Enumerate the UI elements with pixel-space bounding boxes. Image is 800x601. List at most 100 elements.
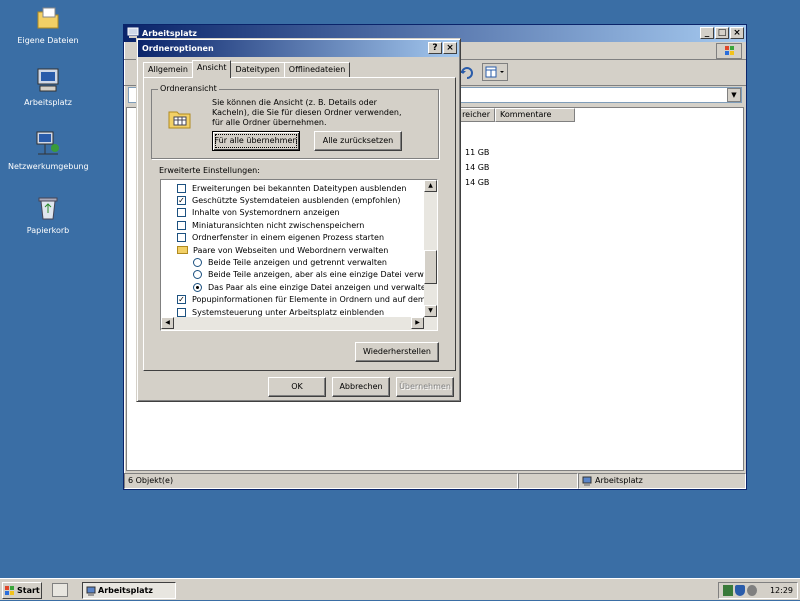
quick-launch-desktop-icon[interactable] [52,583,68,597]
system-tray: 12:29 [718,582,798,599]
status-location-label: Arbeitsplatz [595,476,643,485]
drive-size: 14 GB [465,163,490,172]
cancel-button[interactable]: Abbrechen [332,377,390,397]
folder-view-legend: Ordneransicht [158,84,219,93]
drive-size: 11 GB [465,148,490,157]
setting-radio-pair[interactable]: Das Paar als eine einzige Datei anzeigen… [177,281,431,293]
setting-label: Popupinformationen für Elemente in Ordne… [192,295,438,305]
start-button[interactable]: Start [2,582,42,599]
checkbox-unchecked[interactable] [177,220,186,230]
desktop-icon-label: Papierkorb [26,226,70,235]
vertical-scrollbar[interactable]: ▲ ▼ [424,180,437,330]
scroll-left-icon[interactable]: ◀ [161,317,174,329]
views-icon[interactable] [482,63,508,81]
setting-label: Paare von Webseiten und Webordnern verwa… [193,245,389,255]
setting-label: Ordnerfenster in einem eigenen Prozess s… [192,233,385,243]
tab-view[interactable]: Ansicht [191,60,232,78]
folder-view-group: Ordneransicht Sie können die Ansicht (z.… [151,84,439,159]
recycle-bin-icon [34,194,62,222]
desktop-icon-network[interactable]: Netzwerkumgebung [8,130,89,171]
maximize-button[interactable]: □ [715,27,729,39]
apply-button[interactable]: Übernehmen [396,377,454,397]
my-computer-icon [86,586,96,601]
setting-radio-separate[interactable]: Beide Teile anzeigen und getrennt verwal… [177,256,424,268]
desktop-icon-recycle-bin[interactable]: Papierkorb [8,194,88,235]
setting-label: Beide Teile anzeigen und getrennt verwal… [208,258,387,268]
scrollbar-thumb[interactable] [424,250,437,284]
dialog-titlebar[interactable]: Ordneroptionen ? × [138,40,459,57]
setting-show-system-folder-contents[interactable]: Inhalte von Systemordnern anzeigen [177,207,424,219]
tab-general[interactable]: Allgemein [143,62,193,77]
tray-icon-network[interactable] [723,585,733,596]
explorer-title: Arbeitsplatz [142,29,197,38]
setting-label: Systemsteuerung unter Arbeitsplatz einbl… [192,307,385,317]
horizontal-scrollbar[interactable]: ◀ ▶ [161,317,424,330]
setting-hide-extensions[interactable]: Erweiterungen bei bekannten Dateitypen a… [177,182,424,194]
my-documents-icon [34,4,62,32]
my-computer-icon [34,66,62,94]
setting-separate-process[interactable]: Ordnerfenster in einem eigenen Prozess s… [177,232,424,244]
scroll-down-icon[interactable]: ▼ [424,305,437,317]
close-button[interactable]: × [443,42,457,54]
help-button[interactable]: ? [428,42,442,54]
setting-label: Inhalte von Systemordnern anzeigen [192,208,340,218]
checkbox-checked[interactable]: ✓ [177,295,186,305]
checkbox-unchecked[interactable] [177,233,186,243]
close-button[interactable]: × [730,27,744,39]
taskbar-item-explorer[interactable]: Arbeitsplatz [82,582,176,599]
checkbox-unchecked[interactable] [177,183,186,193]
advanced-settings-label: Erweiterte Einstellungen: [159,166,260,175]
setting-label: Beide Teile anzeigen, aber als eine einz… [208,270,438,280]
checkbox-checked[interactable]: ✓ [177,196,186,206]
minimize-button[interactable]: _ [700,27,714,39]
status-bar: 6 Objekt(e) Arbeitsplatz [124,473,746,489]
setting-radio-single-file[interactable]: Beide Teile anzeigen, aber als eine einz… [177,269,437,281]
checkbox-unchecked[interactable] [177,307,186,317]
setting-popup-info[interactable]: ✓ Popupinformationen für Elemente in Ordn… [177,294,437,306]
apply-to-all-folders-button[interactable]: Für alle übernehmen [212,131,300,151]
restore-defaults-button[interactable]: Wiederherstellen [355,342,439,362]
windows-logo-icon [716,43,742,59]
taskbar-item-label: Arbeitsplatz [98,586,153,595]
network-icon [34,130,62,158]
folder-view-description: Sie können die Ansicht (z. B. Details od… [212,98,402,127]
desktop-icon-label: Eigene Dateien [17,36,79,45]
desktop-icon-my-computer[interactable]: Arbeitsplatz [8,66,88,107]
tab-file-types[interactable]: Dateitypen [230,62,285,77]
scroll-right-icon[interactable]: ▶ [411,317,424,329]
setting-group-web-pairs: Paare von Webseiten und Webordnern verwa… [177,244,424,256]
start-label: Start [17,586,40,595]
advanced-settings-list[interactable]: Erweiterungen bei bekannten Dateitypen a… [160,179,438,331]
setting-hide-protected-files[interactable]: ✓ Geschützte Systemdateien ausblenden (em… [177,194,424,206]
desktop-icon-label: Netzwerkumgebung [8,162,89,171]
folder-icon [177,246,188,255]
status-spacer [518,473,578,489]
setting-no-thumbnail-cache[interactable]: Miniaturansichten nicht zwischenspeicher… [177,219,424,231]
radio-selected[interactable] [193,282,202,292]
my-computer-icon [582,476,592,491]
checkbox-unchecked[interactable] [177,208,186,218]
folder-options-dialog: Ordneroptionen ? × Allgemein Ansicht Dat… [136,38,461,402]
chevron-down-icon[interactable]: ▼ [727,88,741,102]
setting-label: Erweiterungen bei bekannten Dateitypen a… [192,183,407,193]
setting-label: Das Paar als eine einzige Datei anzeigen… [208,282,431,292]
tray-icon-security[interactable] [735,585,745,596]
column-header-comments[interactable]: Kommentare [495,108,575,122]
radio-unselected[interactable] [193,270,202,280]
desktop-icon-my-documents[interactable]: Eigene Dateien [8,4,88,45]
status-object-count: 6 Objekt(e) [124,473,518,489]
tray-icon-volume[interactable] [747,585,757,596]
tab-offline-files[interactable]: Offlinedateien [283,62,351,77]
taskbar: Start Arbeitsplatz 12:29 [0,578,800,600]
radio-unselected[interactable] [193,258,202,268]
setting-label: Geschützte Systemdateien ausblenden (emp… [192,196,401,206]
ok-button[interactable]: OK [268,377,326,397]
reset-all-folders-button[interactable]: Alle zurücksetzen [314,131,402,151]
tab-strip: Allgemein Ansicht Dateitypen Offlinedate… [143,60,351,78]
dialog-title: Ordneroptionen [142,44,214,53]
folder-view-icon [168,106,192,132]
clock[interactable]: 12:29 [770,586,793,595]
scroll-up-icon[interactable]: ▲ [424,180,437,192]
setting-label: Miniaturansichten nicht zwischenspeicher… [192,220,365,230]
status-location: Arbeitsplatz [578,473,746,489]
